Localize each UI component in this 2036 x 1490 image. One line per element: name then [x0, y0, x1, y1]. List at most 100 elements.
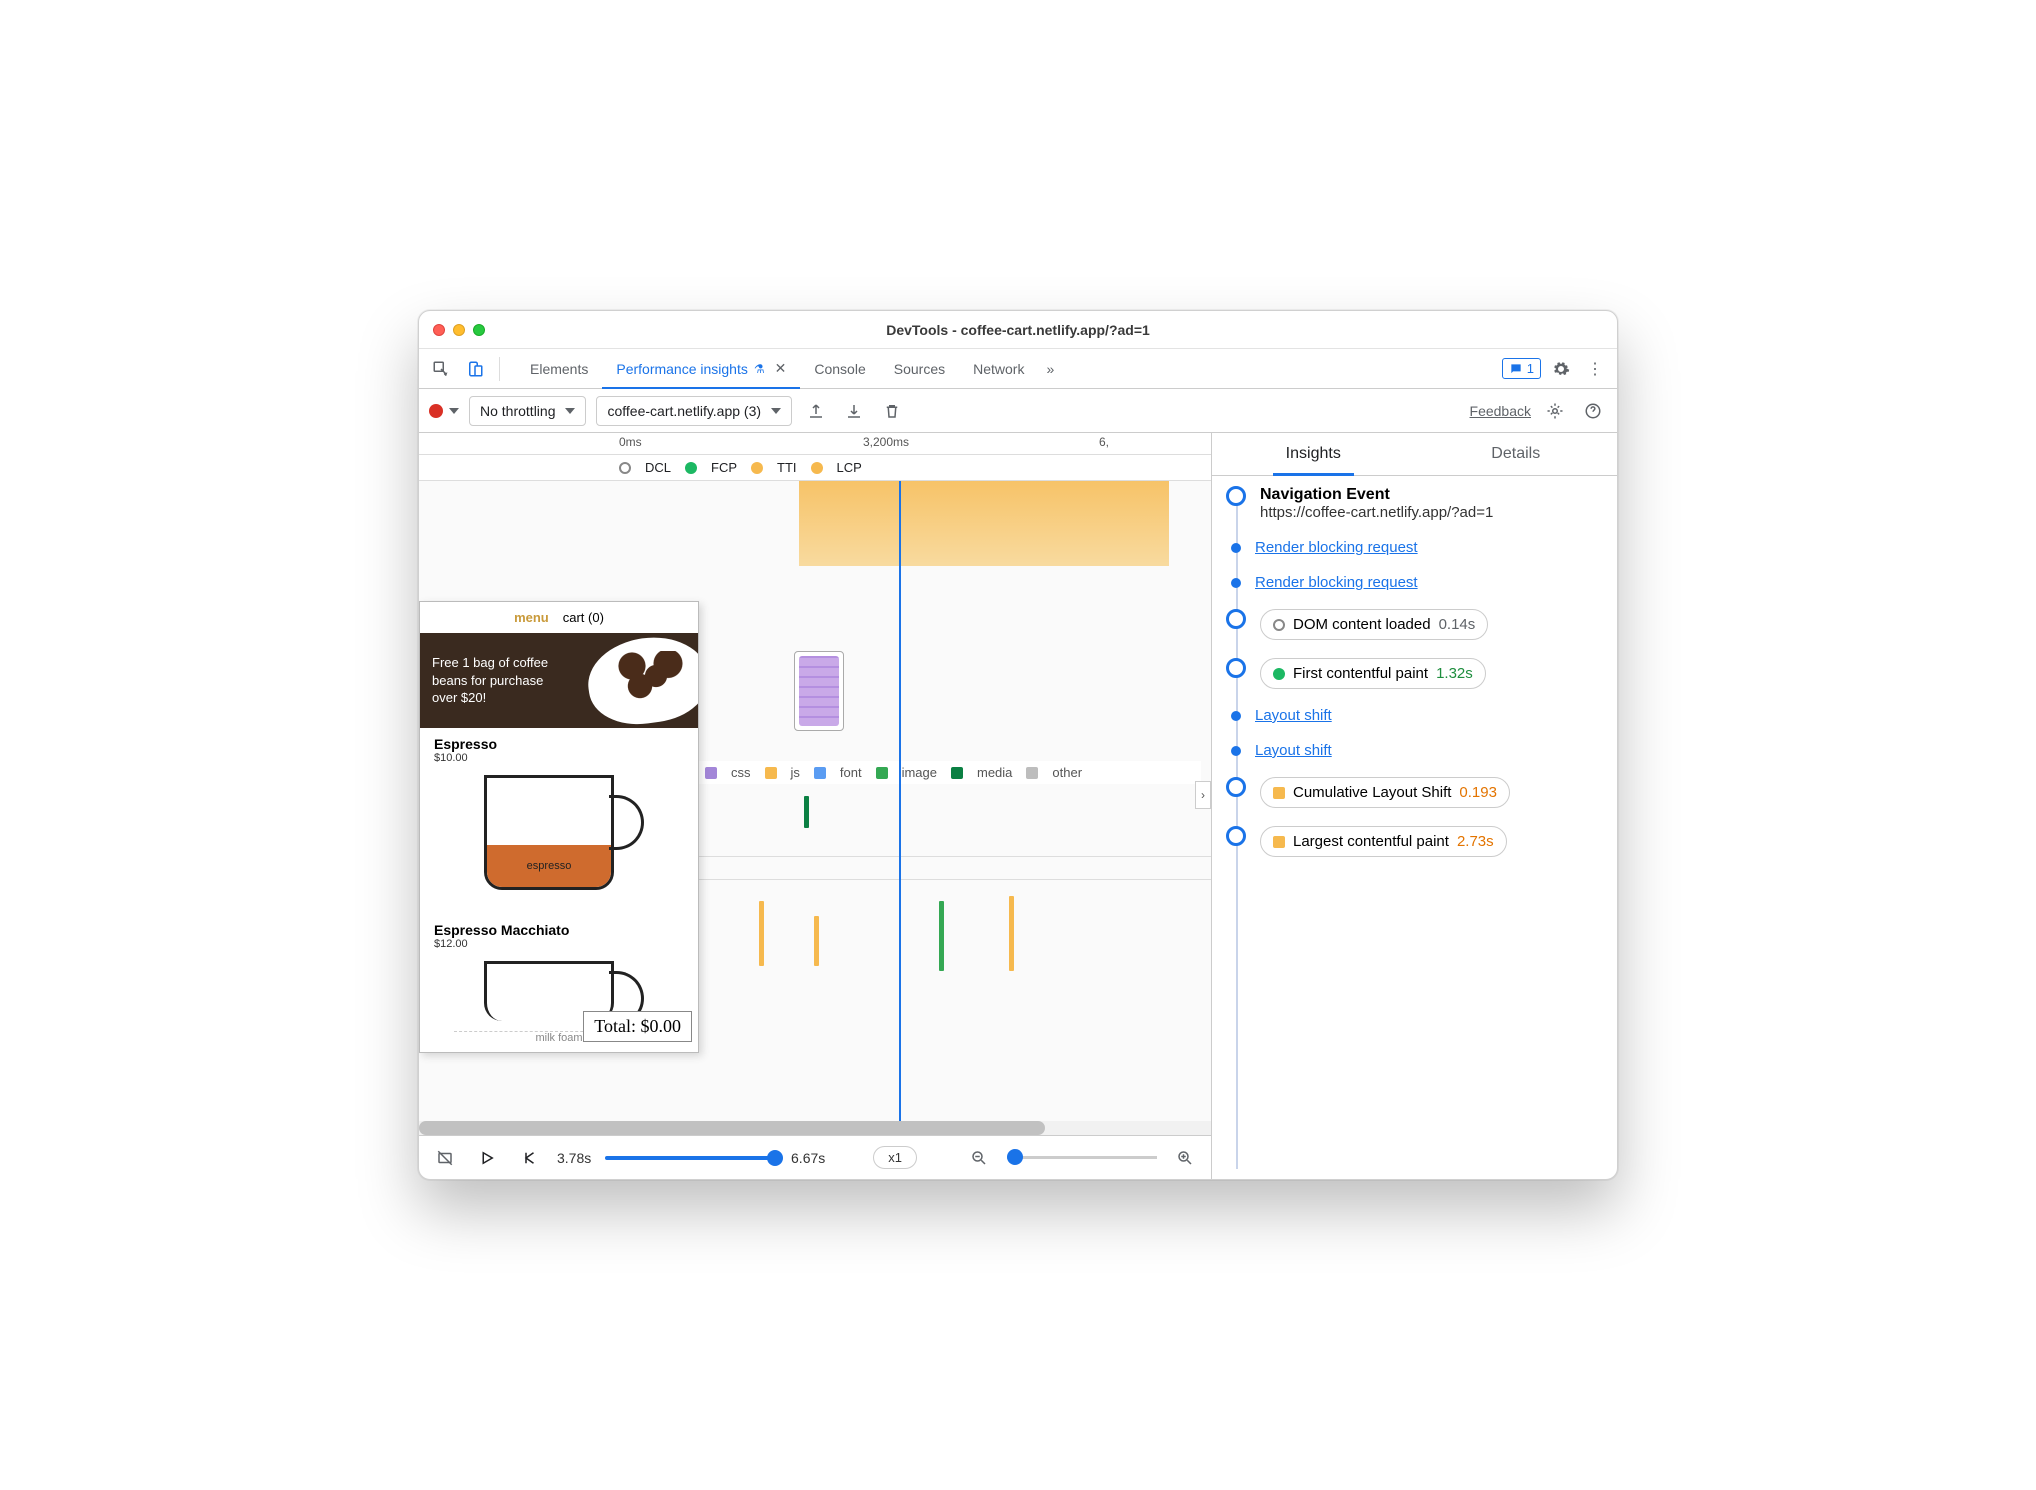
long-task-block[interactable] — [799, 481, 1169, 566]
settings-gear-icon[interactable] — [1547, 355, 1575, 383]
insight-render-blocking[interactable]: Render blocking request — [1220, 574, 1603, 591]
horizontal-scrollbar[interactable] — [419, 1121, 1211, 1135]
caret-down-icon — [771, 408, 781, 414]
playhead[interactable] — [899, 481, 901, 1121]
request-bar[interactable] — [939, 901, 944, 971]
skip-back-icon[interactable] — [515, 1144, 543, 1172]
insight-dcl[interactable]: DOM content loaded 0.14s — [1220, 609, 1603, 640]
request-bar[interactable] — [1009, 896, 1014, 971]
tab-console[interactable]: Console — [800, 349, 879, 388]
screenshot-thumbnail[interactable] — [794, 651, 844, 731]
tab-sources[interactable]: Sources — [880, 349, 959, 388]
insight-lcp[interactable]: Largest contentful paint 2.73s — [1220, 826, 1603, 857]
insight-link[interactable]: Layout shift — [1255, 742, 1332, 759]
legend-swatch — [876, 767, 888, 779]
preview-menu-link: menu — [514, 610, 549, 625]
session-label: coffee-cart.netlify.app (3) — [607, 403, 761, 419]
insight-layout-shift[interactable]: Layout shift — [1220, 742, 1603, 759]
tab-label: Sources — [894, 361, 945, 377]
timeline-node-icon — [1231, 746, 1241, 756]
marker-label: TTI — [777, 460, 797, 475]
trash-icon[interactable] — [878, 397, 906, 425]
insight-layout-shift[interactable]: Layout shift — [1220, 707, 1603, 724]
chat-icon — [1509, 362, 1523, 376]
panel-settings-gear-icon[interactable] — [1541, 397, 1569, 425]
zoom-out-icon[interactable] — [965, 1144, 993, 1172]
preview-product: Espresso $10.00 espresso — [420, 728, 698, 914]
feedback-link[interactable]: Feedback — [1470, 403, 1531, 419]
record-menu-caret-icon[interactable] — [449, 408, 459, 414]
insight-cls[interactable]: Cumulative Layout Shift 0.193 — [1220, 777, 1603, 808]
metric-chip: Cumulative Layout Shift 0.193 — [1260, 777, 1510, 808]
timeline-node-icon — [1231, 578, 1241, 588]
insights-pane: Insights Details Navigation Event https:… — [1212, 433, 1617, 1179]
tab-details[interactable]: Details — [1415, 433, 1618, 475]
kebab-menu-icon[interactable]: ⋮ — [1581, 355, 1609, 383]
timeline-node-icon — [1226, 658, 1246, 678]
tab-label: Console — [814, 361, 865, 377]
record-button[interactable] — [429, 404, 443, 418]
preview-banner: Free 1 bag of coffee beans for purchase … — [420, 633, 698, 728]
tab-label: Performance insights — [616, 361, 748, 377]
issues-button[interactable]: 1 — [1502, 358, 1541, 379]
throttling-dropdown[interactable]: No throttling — [469, 396, 586, 426]
upload-icon[interactable] — [802, 397, 830, 425]
legend-label: font — [840, 765, 862, 780]
request-bar[interactable] — [759, 901, 764, 966]
insight-render-blocking[interactable]: Render blocking request — [1220, 539, 1603, 556]
devtools-window: DevTools - coffee-cart.netlify.app/?ad=1… — [418, 310, 1618, 1180]
time-ruler[interactable]: 0ms 3,200ms 6, — [419, 433, 1211, 455]
legend-swatch — [951, 767, 963, 779]
play-icon[interactable] — [473, 1144, 501, 1172]
download-icon[interactable] — [840, 397, 868, 425]
collapse-right-icon[interactable]: › — [1195, 781, 1211, 809]
metric-label: DOM content loaded — [1293, 616, 1431, 633]
tab-elements[interactable]: Elements — [516, 349, 602, 388]
tab-performance-insights[interactable]: Performance insights ⚗ ✕ — [602, 349, 800, 388]
close-tab-icon[interactable]: ✕ — [775, 360, 787, 377]
lcp-marker-icon — [811, 462, 823, 474]
current-time: 3.78s — [557, 1150, 591, 1166]
insight-link[interactable]: Render blocking request — [1255, 574, 1418, 591]
legend-swatch — [814, 767, 826, 779]
screenshot-preview: menu cart (0) Free 1 bag of coffee beans… — [419, 601, 699, 1053]
end-time: 6.67s — [791, 1150, 825, 1166]
tab-network[interactable]: Network — [959, 349, 1038, 388]
seek-slider[interactable] — [605, 1156, 777, 1160]
session-dropdown[interactable]: coffee-cart.netlify.app (3) — [596, 396, 792, 426]
product-price: $10.00 — [434, 752, 684, 764]
flask-icon: ⚗ — [754, 362, 765, 376]
timeline-node-icon — [1226, 486, 1246, 506]
insights-tabs: Insights Details — [1212, 433, 1617, 476]
zoom-window-icon[interactable] — [473, 324, 485, 336]
flamechart-area[interactable]: ▶ ▶ css js font image media other › — [419, 481, 1211, 1121]
close-window-icon[interactable] — [433, 324, 445, 336]
divider — [499, 357, 500, 381]
insight-link[interactable]: Layout shift — [1255, 707, 1332, 724]
request-bar[interactable] — [814, 916, 819, 966]
device-toggle-icon[interactable] — [461, 355, 489, 383]
product-name: Espresso — [434, 736, 684, 752]
inspect-icon[interactable] — [427, 355, 455, 383]
insight-navigation-event[interactable]: Navigation Event https://coffee-cart.net… — [1220, 486, 1603, 521]
insights-list[interactable]: Navigation Event https://coffee-cart.net… — [1212, 476, 1617, 1179]
more-tabs-icon[interactable]: » — [1038, 349, 1062, 388]
legend-label: css — [731, 765, 751, 780]
help-icon[interactable] — [1579, 397, 1607, 425]
metric-value: 0.193 — [1459, 784, 1497, 801]
replay-off-icon[interactable] — [431, 1144, 459, 1172]
cls-icon — [1273, 787, 1285, 799]
zoom-slider[interactable] — [1007, 1156, 1157, 1159]
request-bar[interactable] — [804, 796, 809, 828]
lcp-icon — [1273, 836, 1285, 848]
zoom-in-icon[interactable] — [1171, 1144, 1199, 1172]
metric-value: 1.32s — [1436, 665, 1473, 682]
total-badge: Total: $0.00 — [583, 1011, 692, 1042]
timeline-node-icon — [1231, 543, 1241, 553]
metric-chip: DOM content loaded 0.14s — [1260, 609, 1488, 640]
tab-insights[interactable]: Insights — [1212, 433, 1415, 475]
minimize-window-icon[interactable] — [453, 324, 465, 336]
insight-fcp[interactable]: First contentful paint 1.32s — [1220, 658, 1603, 689]
playback-speed[interactable]: x1 — [873, 1146, 917, 1169]
insight-link[interactable]: Render blocking request — [1255, 539, 1418, 556]
